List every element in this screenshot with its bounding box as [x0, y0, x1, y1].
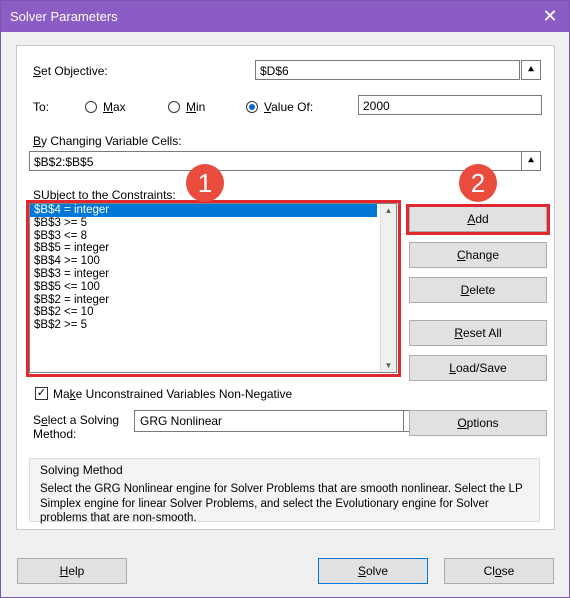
collapse-objective-button[interactable]: ⯅: [521, 60, 541, 80]
radio-min-circle: [168, 101, 180, 113]
changing-cells-label: By Changing Variable Cells:: [33, 134, 182, 148]
solve-button[interactable]: Solve: [318, 558, 428, 584]
solving-method-group: Solving Method Select the GRG Nonlinear …: [29, 458, 540, 524]
radio-max[interactable]: Max: [85, 100, 126, 114]
radio-value-of-circle: [246, 101, 258, 113]
solving-method-select[interactable]: GRG Nonlinear ▾: [134, 410, 422, 432]
help-button[interactable]: Help: [17, 558, 127, 584]
add-highlight: [406, 204, 550, 235]
radio-max-label: Max: [103, 100, 126, 114]
load-save-button[interactable]: Load/Save: [409, 355, 547, 381]
solving-method-description: Select the GRG Nonlinear engine for Solv…: [40, 483, 523, 524]
nonneg-checkbox[interactable]: ✓: [35, 387, 48, 400]
radio-min-label: Min: [186, 100, 206, 114]
objective-input[interactable]: $D$6: [255, 60, 520, 80]
close-button[interactable]: Close: [444, 558, 554, 584]
title-bar: Solver Parameters ✕: [1, 1, 569, 32]
solver-dialog: Solver Parameters ✕ Set Objective: $D$6 …: [0, 0, 570, 598]
nonneg-label: Make Unconstrained Variables Non-Negativ…: [53, 387, 293, 401]
solving-method-value: GRG Nonlinear: [140, 414, 223, 428]
radio-value-of[interactable]: Value Of:: [246, 100, 313, 114]
main-panel: Set Objective: $D$6 ⯅ To: Max Min Value …: [16, 45, 555, 530]
change-button[interactable]: Change: [409, 242, 547, 268]
solving-method-label: Select a Solving Method:: [33, 413, 120, 441]
constraints-highlight: [26, 200, 401, 377]
collapse-icon: ⯅: [526, 155, 536, 167]
annotation-badge-1: 1: [186, 164, 224, 202]
annotation-badge-2: 2: [459, 164, 497, 202]
reset-all-button[interactable]: Reset All: [409, 320, 547, 346]
check-icon: ✓: [36, 387, 47, 399]
collapse-changing-button[interactable]: ⯅: [521, 151, 541, 171]
collapse-icon: ⯅: [526, 64, 536, 76]
to-label: To:: [33, 100, 50, 114]
radio-max-circle: [85, 101, 97, 113]
changing-cells-input[interactable]: $B$2:$B$5: [29, 151, 522, 171]
window-title: Solver Parameters: [10, 9, 118, 24]
radio-min[interactable]: Min: [168, 100, 205, 114]
radio-value-of-label: Value Of:: [264, 100, 314, 114]
radio-selected-dot: [249, 104, 255, 110]
solving-method-title: Solving Method: [40, 463, 123, 477]
objective-label: Set Objective:: [33, 64, 108, 78]
options-button[interactable]: Options: [409, 410, 547, 436]
delete-button[interactable]: Delete: [409, 277, 547, 303]
close-icon[interactable]: ✕: [540, 6, 560, 27]
value-of-input[interactable]: 2000: [358, 95, 542, 115]
